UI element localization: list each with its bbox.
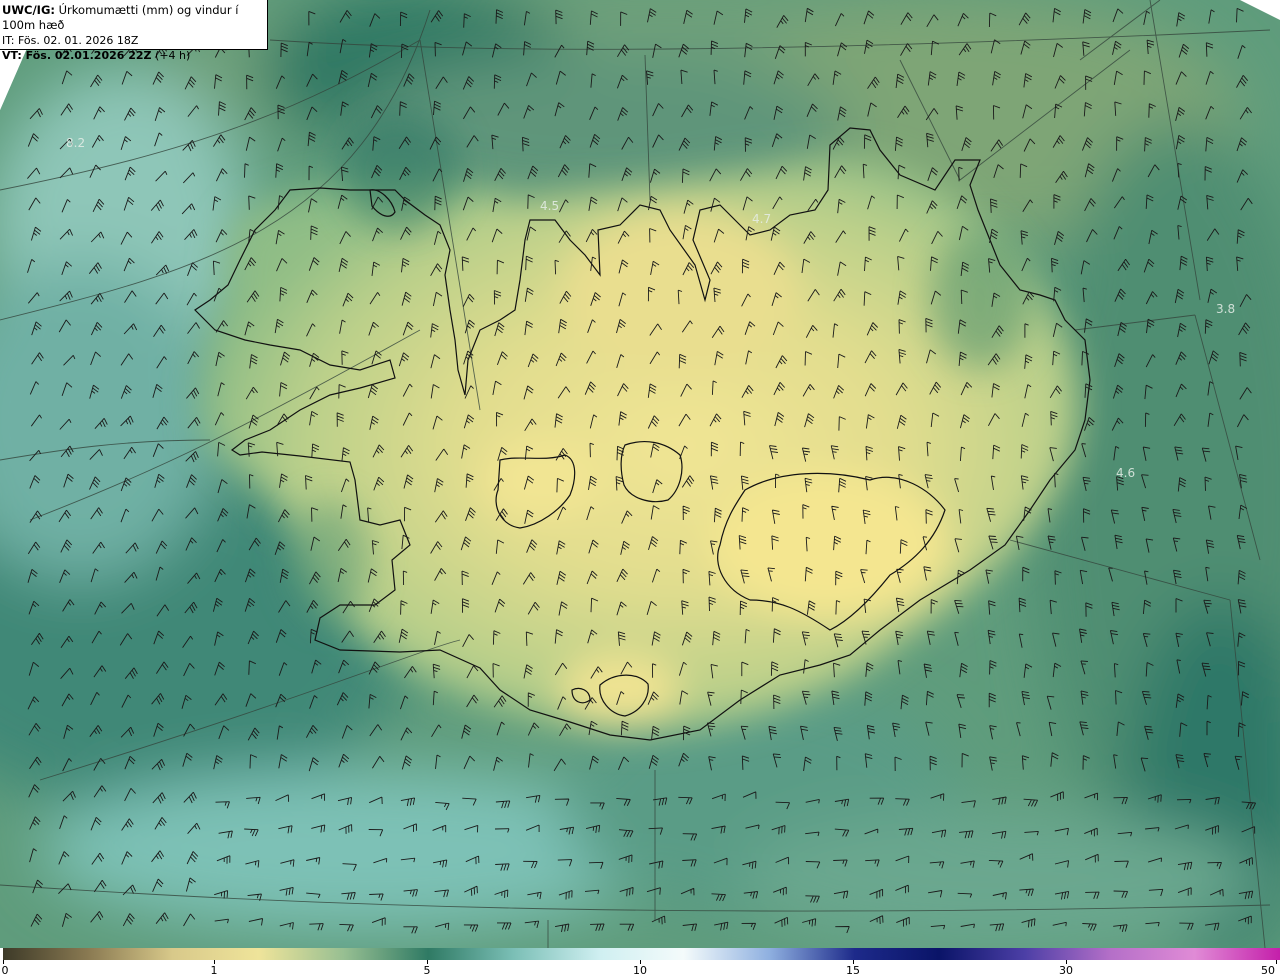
- map-label-north-east: 4.7: [752, 212, 771, 226]
- colorbar-label-5: 5: [423, 964, 431, 977]
- colorbar-label-30: 30: [1059, 964, 1073, 977]
- colorbar-gradient: [3, 948, 1280, 960]
- colorbar-label-0: 0: [1, 964, 9, 977]
- map-label-east-sea: 3.8: [1216, 302, 1235, 316]
- title-line: UWC/IG: Úrkomumætti (mm) og vindur í 100…: [2, 3, 267, 33]
- colorbar-label-10: 10: [633, 964, 647, 977]
- valid-time-value: VT: Fös. 02.01.2026 22Z: [2, 49, 152, 62]
- colorbar-label-50: 50: [1261, 964, 1275, 977]
- colorbar-label-15: 15: [846, 964, 860, 977]
- init-time: IT: Fös. 02. 01. 2026 18Z: [2, 34, 139, 47]
- forecast-info-box: UWC/IG: Úrkomumætti (mm) og vindur í 100…: [0, 0, 268, 62]
- map-label-nw: 8.2: [66, 136, 85, 150]
- lead-time: (+4 h): [155, 49, 191, 62]
- weather-map: 8.2 4.5 4.7 3.8 4.6: [0, 0, 1280, 948]
- colorbar: 0 1 5 10 15 30 50: [0, 948, 1280, 978]
- map-label-north-west: 4.5: [540, 199, 559, 213]
- model-name: UWC/IG:: [2, 3, 55, 17]
- map-label-east-coast: 4.6: [1116, 466, 1135, 480]
- colorbar-tick: [1276, 960, 1277, 964]
- colorbar-label-1: 1: [210, 964, 218, 977]
- valid-time: VT: Fös. 02.01.2026 22Z (+4 h): [2, 48, 267, 63]
